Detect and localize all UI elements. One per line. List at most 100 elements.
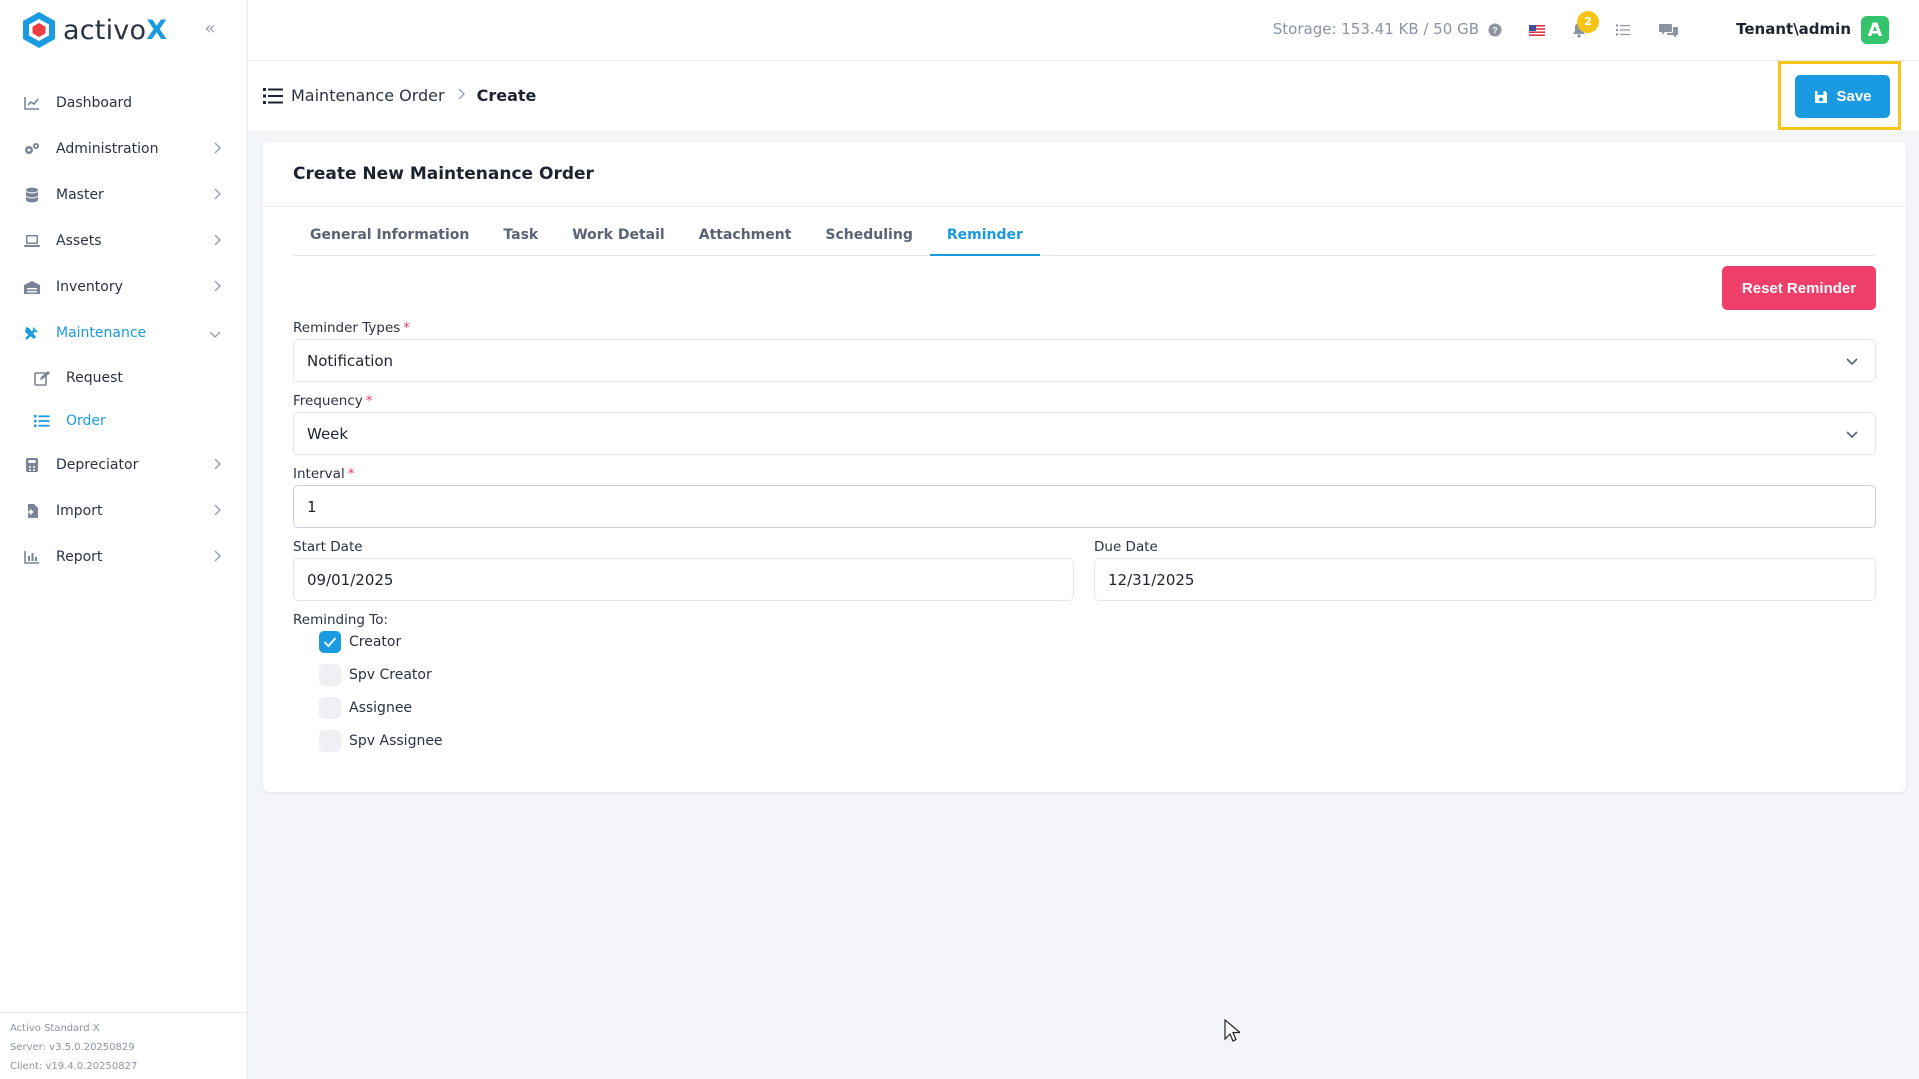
checkbox-checked[interactable] (319, 631, 341, 653)
due-date-label: Due Date (1094, 539, 1158, 555)
avatar[interactable]: A (1861, 16, 1889, 44)
chart-line-icon (22, 93, 42, 113)
checkbox-label: Spv Assignee (349, 733, 443, 749)
checkbox-assignee[interactable]: Assignee (319, 697, 412, 719)
brand-logo[interactable]: activoX « (0, 0, 247, 60)
interval-label: Interval * (293, 466, 355, 482)
sidebar: activoX « Dashboard Administration Maste… (0, 0, 248, 1079)
chevron-down-icon (1846, 430, 1858, 438)
chevron-down-icon (1846, 357, 1858, 365)
sidebar-item-report[interactable]: Report (0, 534, 247, 580)
tab-work-detail[interactable]: Work Detail (555, 216, 682, 256)
checkbox-spv-assignee[interactable]: Spv Assignee (319, 730, 443, 752)
sidebar-item-master[interactable]: Master (0, 172, 247, 218)
edit-icon (32, 368, 52, 388)
sidebar-item-label: Administration (56, 141, 159, 157)
sidebar-item-administration[interactable]: Administration (0, 126, 247, 172)
sidebar-item-label: Import (56, 503, 103, 519)
tab-scheduling[interactable]: Scheduling (808, 216, 929, 256)
client-version: Client: v19.4.0.20250827 (10, 1061, 138, 1072)
interval-input[interactable]: 1 (293, 485, 1876, 528)
brand-name: activoX (63, 14, 168, 46)
sidebar-item-assets[interactable]: Assets (0, 218, 247, 264)
server-version: Server: v3.5.0.20250829 (10, 1042, 135, 1053)
sidebar-subitem-order[interactable]: Order (0, 399, 247, 442)
sidebar-item-label: Master (56, 187, 104, 203)
chevron-right-icon (213, 142, 222, 158)
file-import-icon (22, 501, 42, 521)
tab-task[interactable]: Task (486, 216, 555, 256)
database-icon (22, 185, 42, 205)
reminder-types-select[interactable]: Notification (293, 339, 1876, 382)
chevron-right-icon (213, 234, 222, 250)
checkbox-unchecked[interactable] (319, 697, 341, 719)
notification-badge: 2 (1577, 11, 1599, 33)
chevron-down-icon (209, 326, 221, 342)
checkbox-creator[interactable]: Creator (319, 631, 401, 653)
checkbox-label: Spv Creator (349, 667, 432, 683)
sidebar-item-label: Assets (56, 233, 102, 249)
sidebar-nav: Dashboard Administration Master Assets I… (0, 80, 247, 580)
save-button[interactable]: Save (1795, 75, 1890, 118)
topbar: Storage: 153.41 KB / 50 GB ? 2 Tenant\ad… (248, 0, 1919, 61)
sidebar-subitem-label: Order (66, 412, 106, 429)
breadcrumb-bar: Maintenance Order Create (248, 61, 1919, 131)
checkbox-label: Creator (349, 634, 402, 650)
reminder-types-value: Notification (307, 351, 394, 370)
tab-attachment[interactable]: Attachment (682, 216, 809, 256)
sidebar-item-maintenance[interactable]: Maintenance (0, 310, 247, 356)
gears-icon (22, 139, 42, 159)
chevron-right-icon (213, 504, 222, 520)
due-date-input[interactable]: 12/31/2025 (1094, 558, 1876, 601)
help-icon[interactable]: ? (1485, 20, 1505, 40)
breadcrumb-current: Create (476, 86, 537, 105)
tab-general-information[interactable]: General Information (293, 216, 486, 256)
sidebar-item-label: Inventory (56, 279, 123, 295)
sidebar-item-import[interactable]: Import (0, 488, 247, 534)
sidebar-item-label: Report (56, 549, 103, 565)
chart-bar-icon (22, 547, 42, 567)
frequency-select[interactable]: Week (293, 412, 1876, 455)
task-list-icon[interactable] (1613, 20, 1633, 40)
sidebar-item-label: Dashboard (56, 95, 132, 111)
list-icon (32, 411, 52, 431)
us-flag-icon[interactable] (1527, 20, 1547, 40)
check-icon (323, 637, 337, 648)
laptop-icon (22, 231, 42, 251)
sidebar-item-label: Maintenance (56, 325, 147, 341)
calculator-icon (22, 455, 42, 475)
tab-reminder[interactable]: Reminder (929, 216, 1040, 256)
chevron-right-icon (213, 280, 222, 296)
breadcrumb: Maintenance Order Create (263, 86, 536, 105)
start-date-value: 09/01/2025 (307, 570, 394, 589)
checkbox-spv-creator[interactable]: Spv Creator (319, 664, 432, 686)
form-tabs: General Information Task Work Detail Att… (293, 216, 1875, 256)
checkbox-label: Assignee (349, 700, 413, 716)
reset-reminder-button[interactable]: Reset Reminder (1722, 266, 1876, 310)
due-date-value: 12/31/2025 (1108, 570, 1195, 589)
frequency-value: Week (307, 424, 349, 443)
checkbox-unchecked[interactable] (319, 730, 341, 752)
sidebar-subitem-label: Request (66, 369, 123, 386)
start-date-input[interactable]: 09/01/2025 (293, 558, 1074, 601)
start-date-label: Start Date (293, 539, 363, 555)
chevron-right-icon (213, 458, 222, 474)
chat-icon[interactable] (1659, 20, 1679, 40)
notification-bell-icon[interactable]: 2 (1569, 11, 1599, 40)
sidebar-item-dashboard[interactable]: Dashboard (0, 80, 247, 126)
reminding-to-label: Reminding To: (293, 612, 389, 628)
breadcrumb-parent[interactable]: Maintenance Order (291, 86, 445, 105)
sidebar-item-inventory[interactable]: Inventory (0, 264, 247, 310)
product-name: Activo Standard X (10, 1023, 100, 1034)
hexagon-logo-icon (23, 12, 55, 48)
sidebar-subitem-request[interactable]: Request (0, 356, 247, 399)
collapse-sidebar-icon[interactable]: « (199, 18, 221, 40)
mouse-cursor-icon (1224, 1019, 1240, 1042)
save-label: Save (1836, 88, 1872, 105)
page-title: Create New Maintenance Order (293, 164, 594, 184)
maintenance-order-form: Create New Maintenance Order General Inf… (263, 142, 1906, 792)
checkbox-unchecked[interactable] (319, 664, 341, 686)
list-icon (263, 87, 283, 104)
sidebar-item-depreciator[interactable]: Depreciator (0, 442, 247, 488)
user-name[interactable]: Tenant\admin (1736, 20, 1851, 38)
